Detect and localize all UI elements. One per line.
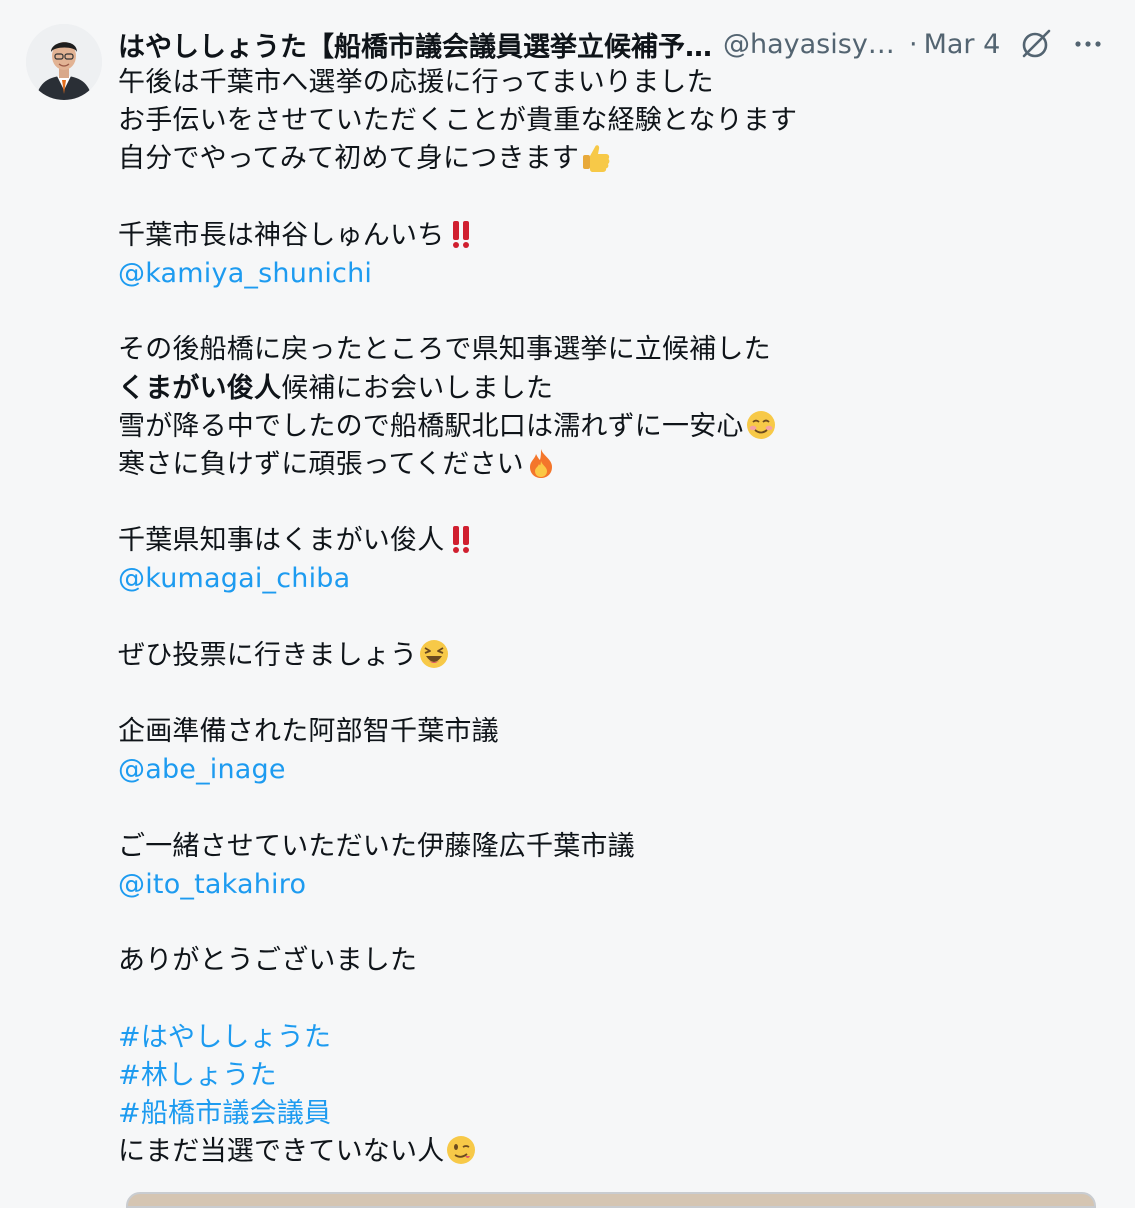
text-line-vote: ぜひ投票に行きましょう xyxy=(118,639,418,671)
text-line-10: 寒さに負けずに頑張ってください xyxy=(118,448,524,480)
avatar-photo-icon xyxy=(26,24,102,100)
tweet-card: はやししょうた【船橋市議会議員選挙立候補予定者】 @hayasisyota · … xyxy=(0,0,1135,1208)
avatar[interactable] xyxy=(26,24,102,100)
text-line: ぜひ投票に行きましょう xyxy=(118,637,1108,675)
text-line: 千葉県知事はくまがい俊人 xyxy=(118,522,1108,560)
hashtag-link-hayashi-kana[interactable]: #はやししょうた xyxy=(118,1022,331,1053)
text-line: その後船橋に戻ったところで県知事選挙に立候補した xyxy=(118,331,1108,369)
text-line-1: 午後は千葉市へ選挙の応援に行ってまいりました xyxy=(118,67,714,98)
text-line: #はやししょうた xyxy=(118,1019,1108,1057)
laughing-face-icon xyxy=(420,639,449,668)
text-line: にまだ当選できていない人 xyxy=(118,1133,1108,1171)
text-line: 寒さに負けずに頑張ってください xyxy=(118,446,1108,484)
text-line: 自分でやってみて初めて身につきます xyxy=(118,140,1108,178)
text-line: お手伝いをさせていただくことが貴重な経験となります xyxy=(118,102,1108,140)
text-line: ご一緒させていただいた伊藤隆広千葉市議 xyxy=(118,828,1108,866)
text-line: @kamiya_shunichi xyxy=(118,255,1108,293)
text-line: 千葉市長は神谷しゅんいち xyxy=(118,217,1108,255)
grok-icon[interactable] xyxy=(1018,26,1054,62)
text-line-6: その後船橋に戻ったところで県知事選挙に立候補した xyxy=(118,334,771,366)
display-name[interactable]: はやししょうた【船橋市議会議員選挙立候補予定者】 xyxy=(118,25,713,64)
hashtag-link-council[interactable]: #船橋市議会議員 xyxy=(118,1098,331,1129)
text-line: ありがとうございました xyxy=(118,942,1108,980)
double-exclamation-icon xyxy=(453,526,470,554)
text-line-3: 自分でやってみて初めて身につきます xyxy=(118,143,580,175)
text-line-mayor: 千葉市長は神谷しゅんいち xyxy=(118,219,445,251)
more-icon[interactable] xyxy=(1070,30,1106,58)
tweet-header: はやししょうた【船橋市議会議員選挙立候補予定者】 @hayasisyota · … xyxy=(118,22,1118,66)
text-line-governor: 千葉県知事はくまがい俊人 xyxy=(118,525,445,557)
tweet-date[interactable]: Mar 4 xyxy=(924,29,1001,60)
text-line-9: 雪が降る中でしたので船橋駅北口は濡れずに一安心 xyxy=(118,410,744,442)
text-line-2: お手伝いをさせていただくことが貴重な経験となります xyxy=(118,105,798,137)
text-line: @abe_inage xyxy=(118,751,1108,789)
winking-face-icon xyxy=(447,1136,476,1165)
tweet-text: 午後は千葉市へ選挙の応援に行ってまいりました お手伝いをさせていただくことが貴重… xyxy=(118,64,1108,1171)
text-line: 企画準備された阿部智千葉市議 xyxy=(118,713,1108,751)
text-line: 午後は千葉市へ選挙の応援に行ってまいりました xyxy=(118,64,1108,102)
text-line: #林しょうた xyxy=(118,1057,1108,1095)
text-line: 雪が降る中でしたので船橋駅北口は濡れずに一安心 xyxy=(118,408,1108,446)
attached-media-preview[interactable] xyxy=(126,1192,1096,1208)
text-line-thanks: ありがとうございました xyxy=(118,945,418,977)
double-exclamation-icon xyxy=(453,220,470,248)
mention-link-ito[interactable]: @ito_takahiro xyxy=(118,869,306,900)
smiling-face-icon xyxy=(746,410,775,439)
text-line-ito: ご一緒させていただいた伊藤隆広千葉市議 xyxy=(118,830,635,862)
candidate-name-bold: くまがい俊人 xyxy=(118,372,282,404)
text-line: @kumagai_chiba xyxy=(118,560,1108,598)
text-line: @ito_takahiro xyxy=(118,866,1108,904)
hashtag-link-hayashi-kanji[interactable]: #林しょうた xyxy=(118,1060,277,1091)
mention-link-kumagai[interactable]: @kumagai_chiba xyxy=(118,563,350,594)
text-line-abe: 企画準備された阿部智千葉市議 xyxy=(118,716,499,748)
text-line-8: 候補にお会いしました xyxy=(281,372,554,404)
separator-dot: · xyxy=(909,28,918,60)
thumbs-up-icon xyxy=(583,145,610,173)
user-handle[interactable]: @hayasisyota xyxy=(723,29,901,60)
mention-link-abe[interactable]: @abe_inage xyxy=(118,754,286,785)
text-line: くまがい俊人候補にお会いしました xyxy=(118,370,1108,408)
text-line-last: にまだ当選できていない人 xyxy=(118,1136,445,1168)
mention-link-kamiya[interactable]: @kamiya_shunichi xyxy=(118,258,372,289)
text-line: #船橋市議会議員 xyxy=(118,1095,1108,1133)
fire-icon xyxy=(529,448,552,478)
